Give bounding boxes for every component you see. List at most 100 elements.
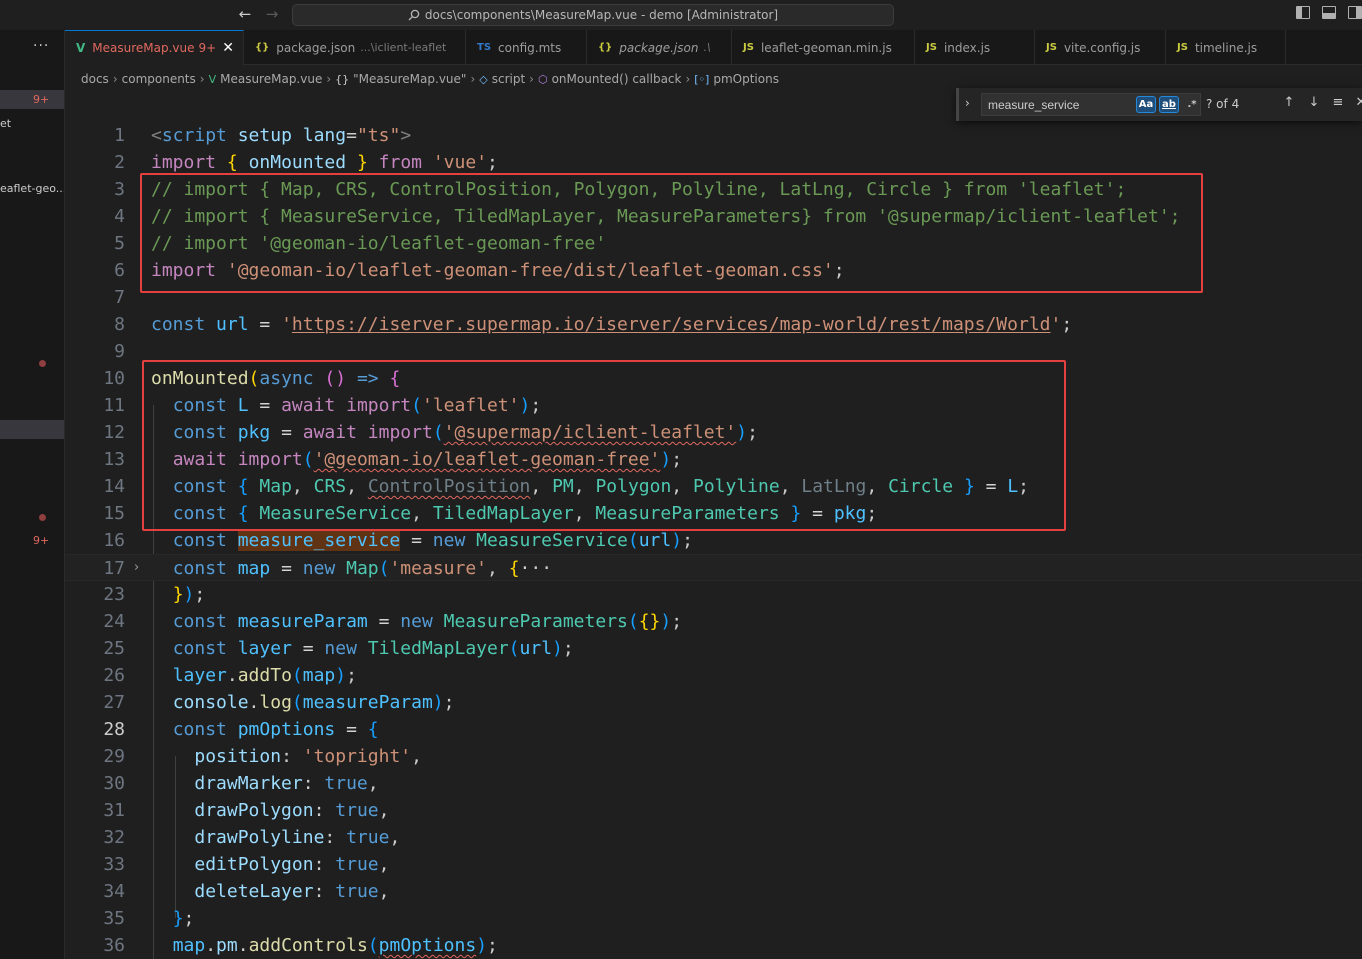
typescript-file-icon: TS <box>477 42 492 53</box>
tab-measuremap-vue[interactable]: V MeasureMap.vue 9+ ✕ <box>65 30 244 65</box>
line-number: 3 <box>114 179 125 200</box>
code-line: 8 const url = 'https://iserver.supermap.… <box>65 311 1362 338</box>
line-number: 26 <box>103 665 125 686</box>
javascript-file-icon: JS <box>1177 42 1188 53</box>
tab-timeline-js[interactable]: JS timeline.js <box>1166 30 1286 65</box>
tag-symbol-icon: ◇ <box>479 72 488 86</box>
modified-dot-icon <box>39 360 46 367</box>
breadcrumb-item-file[interactable]: V MeasureMap.vue <box>209 72 323 86</box>
explorer-sidebar: ··· 9+ et eaflet-geo... 9+ <box>0 30 65 959</box>
code-line: 26 layer.addTo(map); <box>65 662 1362 689</box>
line-number: 34 <box>103 881 125 902</box>
tab-leaflet-geoman-min-js[interactable]: JS leaflet-geoman.min.js <box>732 30 915 65</box>
variable-symbol-icon: [◦] <box>694 72 710 86</box>
javascript-file-icon: JS <box>1046 42 1057 53</box>
more-actions-icon[interactable]: ··· <box>33 38 49 54</box>
sidebar-item-label[interactable]: et <box>0 117 11 130</box>
code-editor[interactable]: 1 <script setup lang="ts"> 2 import { on… <box>65 122 1362 959</box>
annotation-box-imports <box>140 173 1203 293</box>
line-number: 11 <box>103 395 125 416</box>
command-center-text: docs\components\MeasureMap.vue - demo [A… <box>424 8 779 22</box>
code-line: 24 const measureParam = new MeasureParam… <box>65 608 1362 635</box>
tab-package-json[interactable]: {} package.json ...\iclient-leaflet <box>244 30 466 65</box>
tab-vite-config-js[interactable]: JS vite.config.js <box>1035 30 1166 65</box>
line-number: 17 <box>103 558 125 579</box>
sidebar-item-label[interactable]: eaflet-geo... <box>0 182 64 195</box>
braces-icon: {} <box>335 72 350 86</box>
sidebar-selected-row[interactable] <box>0 420 64 439</box>
tab-description: ...\iclient-leaflet <box>360 41 447 54</box>
url-link[interactable]: https://iserver.supermap.io/iserver/serv… <box>292 314 1051 335</box>
tab-label: config.mts <box>498 40 562 55</box>
code-line: 36 map.pm.addControls(pmOptions); <box>65 932 1362 959</box>
line-number: 27 <box>103 692 125 713</box>
javascript-file-icon: JS <box>926 42 937 53</box>
toggle-primary-sidebar-icon[interactable] <box>1296 6 1310 19</box>
match-whole-word-toggle[interactable]: ab <box>1159 96 1179 113</box>
toggle-panel-icon[interactable] <box>1322 6 1336 19</box>
breadcrumb: docs › components › V MeasureMap.vue › {}… <box>81 70 779 88</box>
layout-controls <box>1296 6 1362 19</box>
chevron-right-icon: › <box>326 72 332 86</box>
code-line: 27 console.log(measureParam); <box>65 689 1362 716</box>
line-number: 7 <box>114 287 125 308</box>
code-line: 16 const measure_service = new MeasureSe… <box>65 527 1362 554</box>
error-squiggle: pmOptions <box>378 935 477 956</box>
folded-region-ellipsis[interactable]: ··· <box>520 558 553 579</box>
line-number: 23 <box>103 584 125 605</box>
breadcrumb-item-docs[interactable]: docs <box>81 72 109 86</box>
close-icon[interactable]: ✕ <box>1353 95 1362 110</box>
tab-description: .\ <box>703 41 711 54</box>
tab-index-js[interactable]: JS index.js <box>915 30 1035 65</box>
command-center[interactable]: docs\components\MeasureMap.vue - demo [A… <box>292 4 894 26</box>
line-number: 33 <box>103 854 125 875</box>
tab-label: package.json <box>619 40 699 55</box>
line-number: 1 <box>114 125 125 146</box>
line-number: 12 <box>103 422 125 443</box>
previous-match-arrow-icon[interactable]: ↑ <box>1281 95 1297 110</box>
line-number: 9 <box>114 341 125 362</box>
breadcrumb-item-module[interactable]: {} "MeasureMap.vue" <box>335 72 466 86</box>
toggle-secondary-sidebar-icon[interactable] <box>1348 6 1362 19</box>
chevron-right-icon: › <box>112 72 118 86</box>
line-number: 2 <box>114 152 125 173</box>
code-line: 28 const pmOptions = { <box>65 716 1362 743</box>
breadcrumb-item-script[interactable]: ◇ script <box>479 72 525 86</box>
code-line: 34 deleteLayer: true, <box>65 878 1362 905</box>
back-arrow-icon[interactable]: ← <box>235 5 255 23</box>
tab-label: vite.config.js <box>1063 40 1141 55</box>
next-match-arrow-icon[interactable]: ↓ <box>1306 95 1322 110</box>
line-number: 14 <box>103 476 125 497</box>
tab-problem-badge: 9+ <box>198 41 217 55</box>
editor-tabs: V MeasureMap.vue 9+ ✕ {} package.json ..… <box>65 30 1362 65</box>
code-line-current: 17 › const map = new Map('measure', {··· <box>65 554 1362 581</box>
match-case-toggle[interactable]: Aa <box>1136 96 1156 113</box>
line-number: 30 <box>103 773 125 794</box>
code-line: 23 }); <box>65 581 1362 608</box>
tab-config-mts[interactable]: TS config.mts <box>466 30 587 65</box>
sidebar-problem-badge: 9+ <box>33 93 50 106</box>
use-regex-toggle[interactable]: .* <box>1182 96 1202 113</box>
close-icon[interactable]: ✕ <box>222 40 234 56</box>
chevron-right-icon: › <box>529 72 534 86</box>
code-line: 29 position: 'topright', <box>65 743 1362 770</box>
tab-package-json-root[interactable]: {} package.json .\ <box>587 30 732 65</box>
toggle-replace-chevron-icon[interactable]: › <box>965 96 970 110</box>
line-number: 24 <box>103 611 125 632</box>
find-in-selection-icon[interactable]: ≡ <box>1330 95 1346 110</box>
forward-arrow-icon[interactable]: → <box>262 5 282 23</box>
chevron-right-icon: › <box>685 72 691 86</box>
breadcrumb-item-components[interactable]: components <box>122 72 196 86</box>
code-line: 35 }; <box>65 905 1362 932</box>
line-number: 29 <box>103 746 125 767</box>
fold-chevron-right-icon[interactable]: › <box>134 560 139 575</box>
breadcrumb-item-pmoptions[interactable]: [◦] pmOptions <box>694 72 779 86</box>
title-bar: ← → docs\components\MeasureMap.vue - dem… <box>0 0 1362 30</box>
line-number: 36 <box>103 935 125 956</box>
find-match-highlight: measure_service <box>237 530 401 551</box>
line-number: 25 <box>103 638 125 659</box>
find-match-count: ? of 4 <box>1206 97 1240 111</box>
line-number-current: 28 <box>103 719 125 740</box>
code-line: 33 editPolygon: true, <box>65 851 1362 878</box>
breadcrumb-item-callback[interactable]: ⬡ onMounted() callback <box>538 72 681 86</box>
